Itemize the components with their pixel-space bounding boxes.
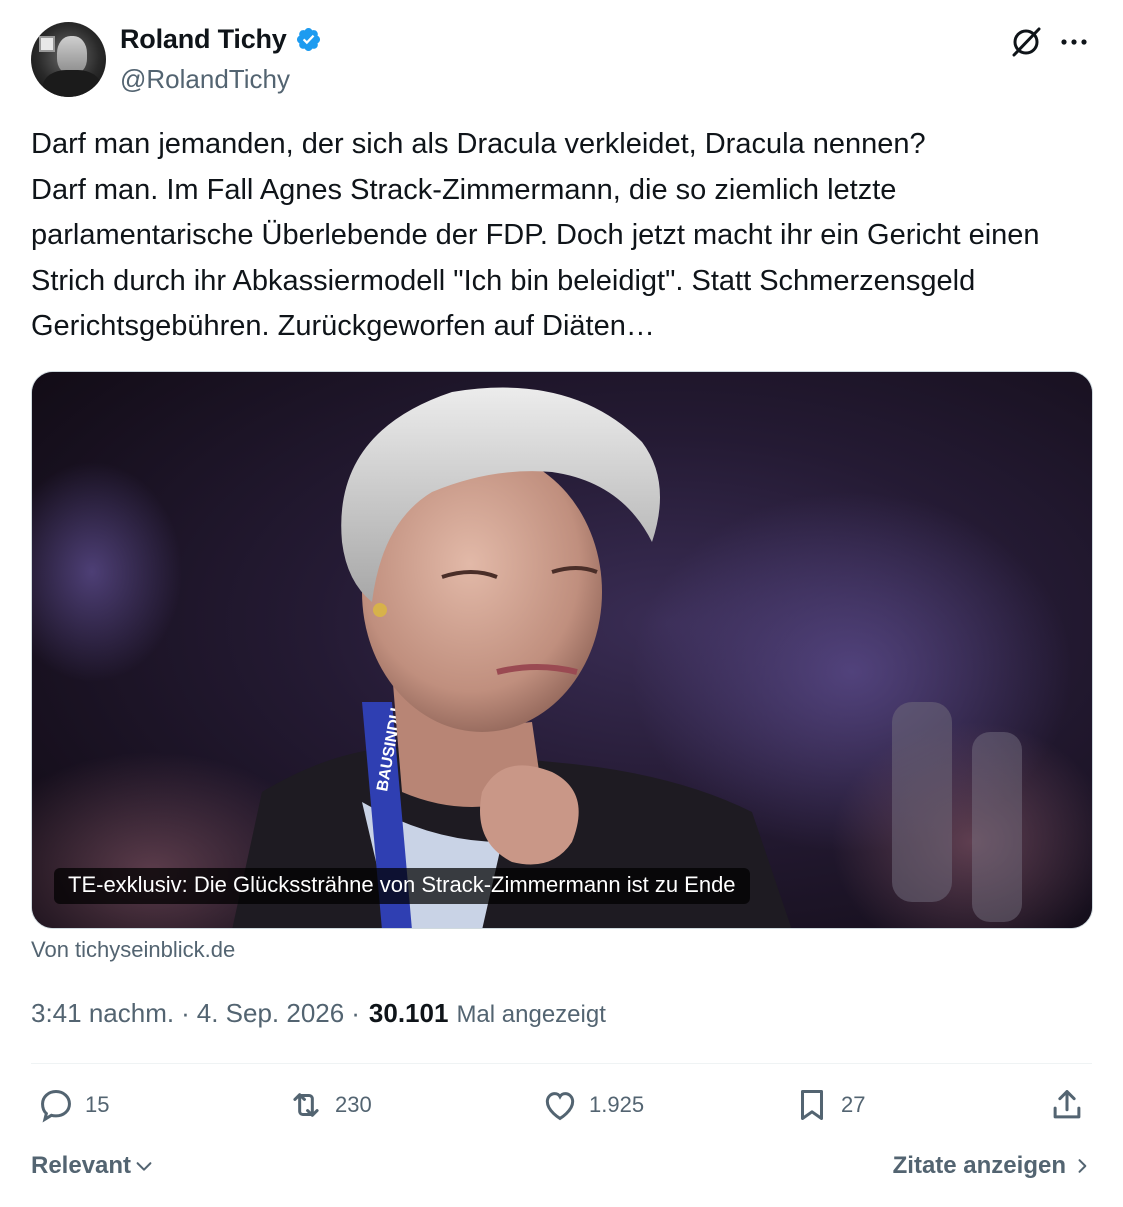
repost-icon bbox=[293, 1093, 319, 1117]
verified-badge-icon bbox=[296, 27, 320, 52]
sort-relevant-button[interactable]: Relevant bbox=[31, 1152, 155, 1180]
views-label: Mal angezeigt bbox=[456, 1001, 606, 1028]
reply-icon bbox=[41, 1090, 71, 1123]
author-name-row: Roland Tichy bbox=[120, 24, 322, 55]
tweet-header: Roland Tichy @RolandTichy bbox=[31, 22, 1092, 102]
quotes-label: Zitate anzeigen bbox=[892, 1152, 1066, 1179]
more-button[interactable] bbox=[1056, 24, 1092, 60]
view-quotes-link[interactable]: Zitate anzeigen bbox=[893, 1152, 1092, 1180]
card-source[interactable]: Von tichyseinblick.de bbox=[31, 937, 235, 963]
repost-count: 230 bbox=[335, 1092, 372, 1117]
reply-count: 15 bbox=[85, 1092, 110, 1117]
tweet-text: Darf man jemanden, der sich als Dracula … bbox=[31, 128, 1040, 342]
more-icon bbox=[1061, 39, 1087, 45]
avatar-face bbox=[57, 36, 87, 74]
action-bar: 15 230 1.925 27 bbox=[31, 1086, 1092, 1132]
bookmark-count: 27 bbox=[841, 1092, 866, 1117]
meta-separator: · bbox=[181, 998, 190, 1028]
sort-label: Relevant bbox=[31, 1152, 132, 1179]
tweet-date[interactable]: 4. Sep. 2026 bbox=[197, 998, 344, 1029]
reply-button[interactable]: 15 bbox=[37, 1086, 109, 1124]
author-name[interactable]: Roland Tichy bbox=[120, 24, 287, 55]
repost-button[interactable]: 230 bbox=[287, 1086, 372, 1124]
reply-footer: Relevant Zitate anzeigen bbox=[31, 1152, 1092, 1188]
tweet-meta: 3:41 nachm. · 4. Sep. 2026 · 30.101 Mal … bbox=[31, 998, 606, 1029]
like-icon bbox=[545, 1092, 575, 1121]
like-count: 1.925 bbox=[589, 1092, 645, 1117]
avatar-body bbox=[43, 70, 101, 97]
link-card[interactable]: BAUSINDU TE-exklusiv: Die Glückssträhne … bbox=[31, 371, 1093, 929]
views-count: 30.101 bbox=[368, 998, 449, 1028]
avatar-frame-detail bbox=[39, 36, 55, 52]
divider bbox=[31, 1063, 1092, 1064]
tweet-time[interactable]: 3:41 nachm. bbox=[31, 998, 174, 1029]
grok-button[interactable] bbox=[1008, 24, 1044, 60]
chevron-down-icon bbox=[136, 1162, 152, 1171]
like-button[interactable]: 1.925 bbox=[541, 1086, 644, 1124]
bookmark-icon bbox=[800, 1090, 824, 1120]
chevron-right-icon bbox=[1078, 1159, 1087, 1173]
meta-separator-2: · bbox=[351, 998, 360, 1028]
author-handle[interactable]: @RolandTichy bbox=[120, 64, 290, 95]
share-button[interactable] bbox=[1048, 1086, 1086, 1124]
card-caption: TE-exklusiv: Die Glückssträhne von Strac… bbox=[54, 868, 750, 904]
card-image: BAUSINDU bbox=[32, 372, 1092, 928]
avatar[interactable] bbox=[31, 22, 106, 97]
share-icon bbox=[1053, 1090, 1081, 1119]
bookmark-button[interactable]: 27 bbox=[793, 1086, 865, 1124]
grok-icon bbox=[1012, 27, 1041, 57]
